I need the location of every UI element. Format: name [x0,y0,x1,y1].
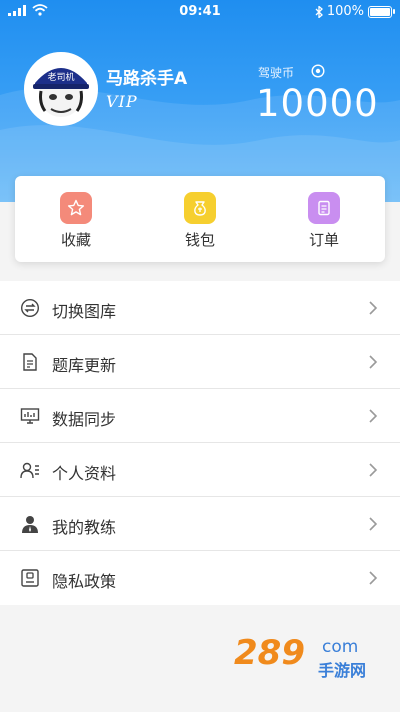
status-bar: 09:41 100% [0,0,400,22]
battery-percent: 100% [326,4,364,19]
menu-item-data-sync[interactable]: 数据同步 [0,389,400,443]
quick-actions-card: 收藏 钱包 订单 [15,176,385,262]
bluetooth-icon [315,5,323,18]
menu-item-privacy-policy[interactable]: 隐私政策 [0,551,400,605]
menu-item-label: 隐私政策 [52,572,117,591]
menu-item-label: 个人资料 [52,464,117,483]
menu-item-switch-library[interactable]: 切换图库 [0,281,400,335]
chevron-right-icon [369,571,378,585]
watermark-logo-number: 289 [234,633,305,673]
chevron-right-icon [369,301,378,315]
profile-icon [20,462,39,479]
wallet-icon [184,192,216,224]
avatar[interactable]: 老司机 [24,52,98,126]
menu-item-label: 我的教练 [52,518,117,537]
settings-menu: 切换图库 题库更新 数据同步 个人资料 我的教练 隐私政策 [0,281,400,605]
update-icon [23,353,37,371]
privacy-icon [21,569,39,587]
menu-item-label: 题库更新 [52,356,117,375]
wallet-button[interactable]: 钱包 [170,192,230,250]
watermark-subtitle: 手游网 [318,661,366,680]
chevron-right-icon [369,355,378,369]
chevron-right-icon [369,409,378,423]
switch-icon [20,298,40,318]
avatar-meme-face: 老司机 [33,68,89,117]
chevron-right-icon [369,517,378,531]
favorites-button[interactable]: 收藏 [46,192,106,250]
menu-item-my-coach[interactable]: 我的教练 [0,497,400,551]
coach-icon [22,516,38,533]
wallet-label: 钱包 [184,231,215,249]
coin-label: 驾驶币 [258,66,295,80]
username: 马路杀手A [106,69,188,89]
sync-icon [20,408,40,424]
chevron-right-icon [369,463,378,477]
avatar-cap-text: 老司机 [47,71,74,83]
star-icon [60,192,92,224]
battery-icon [368,5,395,18]
coin-info-icon[interactable] [311,64,325,78]
vip-badge: VIP [106,92,138,111]
order-icon [308,192,340,224]
watermark-suffix: com [322,637,358,657]
menu-item-label: 数据同步 [52,410,117,429]
site-watermark-logo: 289 com 手游网 [234,633,366,680]
orders-label: 订单 [308,231,339,249]
favorites-label: 收藏 [60,231,91,249]
menu-item-question-update[interactable]: 题库更新 [0,335,400,389]
menu-item-label: 切换图库 [52,302,117,321]
profile-header: 09:41 100% 老司机 马路杀手A VIP 驾驶币 10000 [0,0,400,202]
coin-balance: 10000 [256,82,379,125]
orders-button[interactable]: 订单 [294,192,354,250]
menu-item-profile[interactable]: 个人资料 [0,443,400,497]
